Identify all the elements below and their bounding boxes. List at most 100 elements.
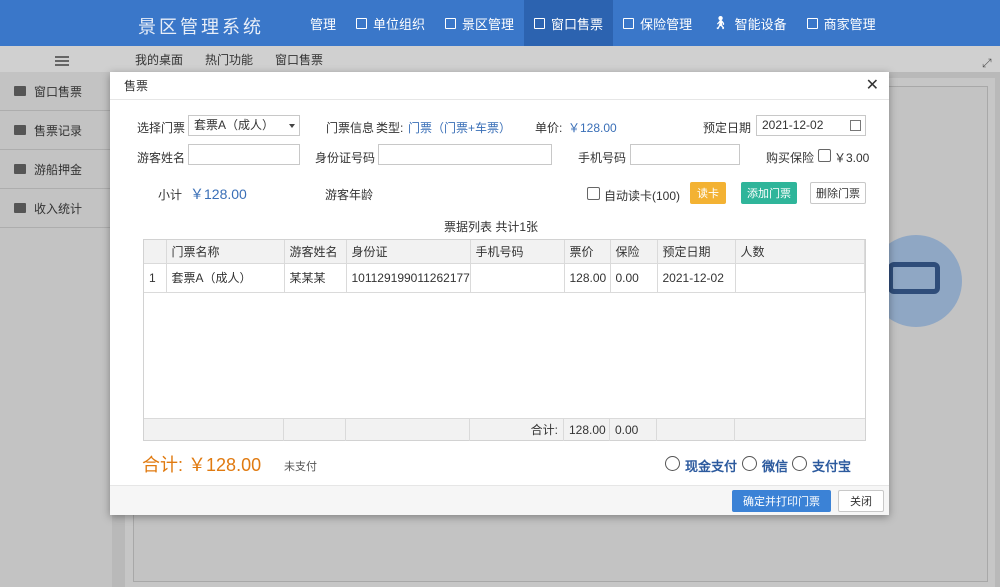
select-ticket-label: 选择门票 <box>137 121 186 135</box>
chevron-down-icon <box>289 124 295 128</box>
footer-insurance-total: 0.00 <box>610 419 657 441</box>
top-nav: 管理 单位组织 景区管理 窗口售票 保险管理 🚶︎ 智能设备 商家管理 <box>300 0 886 46</box>
card-icon <box>14 86 26 96</box>
total-value: ￥128.00 <box>188 455 262 475</box>
alipay-label[interactable]: 支付宝 <box>812 456 851 475</box>
insurance-price: ￥3.00 <box>834 151 870 165</box>
cell: 0.00 <box>610 263 658 293</box>
confirm-print-button[interactable]: 确定并打印门票 <box>732 490 831 512</box>
scenic-icon <box>445 17 457 29</box>
sidebar-item-label: 售票记录 <box>34 123 83 138</box>
delete-ticket-button[interactable]: 删除门票 <box>810 182 866 204</box>
sell-ticket-dialog: 售票 ✕ 选择门票 套票A（成人） 门票信息 类型: 门票（门票+车票） 单价:… <box>110 72 889 515</box>
cell: 套票A（成人） <box>166 263 285 293</box>
list-caption: 票据列表 共计1张 <box>444 220 539 234</box>
topnav-item-merchant[interactable]: 商家管理 <box>797 0 886 46</box>
topnav-label: 管理 <box>310 16 337 32</box>
tab-ticket-window[interactable]: 窗口售票 <box>275 51 323 68</box>
cell: 128.00 <box>564 263 611 293</box>
sidebar-item-income[interactable]: 收入统计 <box>0 189 112 228</box>
sidebar-item-label: 收入统计 <box>34 201 83 216</box>
visitor-name-label: 游客姓名 <box>137 151 186 165</box>
add-ticket-button[interactable]: 添加门票 <box>741 182 797 204</box>
cell: 2021-12-02 <box>657 263 736 293</box>
sidebar-item-ticket[interactable]: 窗口售票 <box>0 72 112 111</box>
date-field[interactable]: 2021-12-02 <box>756 115 866 136</box>
auto-read-label: 自动读卡(100) <box>604 189 681 203</box>
col-insurance: 保险 <box>610 240 658 264</box>
footer-cell <box>346 419 470 441</box>
col-date: 预定日期 <box>657 240 736 264</box>
app-title: 景区管理系统 <box>138 17 264 37</box>
page-tabs: 我的桌面 热门功能 窗口售票 <box>125 46 323 72</box>
type-value: 门票（门票+车票） <box>408 121 512 135</box>
visitor-name-field[interactable] <box>188 144 300 165</box>
ticket-window-icon <box>534 17 546 29</box>
sidebar-item-label: 窗口售票 <box>34 84 83 99</box>
wechat-label[interactable]: 微信 <box>762 456 788 475</box>
tab-desktop[interactable]: 我的桌面 <box>135 51 183 68</box>
topnav-item-scenic[interactable]: 景区管理 <box>435 0 524 46</box>
visa-icon <box>14 164 26 174</box>
read-card-button[interactable]: 读卡 <box>690 182 726 204</box>
sidebar-item-records[interactable]: 售票记录 <box>0 111 112 150</box>
insurance-checkbox[interactable] <box>818 149 831 162</box>
footer-cell <box>657 419 735 441</box>
topnav-item-insurance[interactable]: 保险管理 <box>613 0 702 46</box>
shop-icon <box>806 17 818 29</box>
alipay-radio[interactable] <box>792 456 807 471</box>
ticket-select[interactable]: 套票A（成人） <box>188 115 300 136</box>
age-label: 游客年龄 <box>325 188 374 202</box>
tab-hot[interactable]: 热门功能 <box>205 51 253 68</box>
server-icon <box>888 262 940 294</box>
top-bar: 景区管理系统 管理 单位组织 景区管理 窗口售票 保险管理 🚶︎ 智能设备 商家管… <box>0 0 1000 46</box>
subtotal-label: 小计 <box>158 188 183 202</box>
fullscreen-icon[interactable]: ⤢ <box>982 56 992 71</box>
dialog-title: 售票 <box>124 79 149 93</box>
folder-icon <box>623 17 635 29</box>
table-footer: 合计: 128.00 0.00 <box>144 418 865 441</box>
topnav-label: 窗口售票 <box>551 16 604 32</box>
sidebar: 窗口售票 售票记录 游船押金 收入统计 <box>0 72 112 587</box>
col-ticket-name: 门票名称 <box>166 240 285 264</box>
topnav-label: 保险管理 <box>640 16 693 32</box>
topnav-label: 景区管理 <box>462 16 515 32</box>
menu-toggle-icon[interactable] <box>55 56 69 66</box>
col-price: 票价 <box>564 240 611 264</box>
price-value: ￥128.00 <box>568 121 617 135</box>
org-icon <box>356 17 368 29</box>
price-label: 单价: <box>535 121 563 135</box>
cell <box>470 263 565 293</box>
cell <box>735 263 865 293</box>
topnav-label: 商家管理 <box>823 16 876 32</box>
auto-read-checkbox[interactable] <box>587 187 600 200</box>
users-icon <box>14 125 26 135</box>
cash-radio[interactable] <box>665 456 680 471</box>
topnav-label: 单位组织 <box>373 16 426 32</box>
topnav-item-devices[interactable]: 🚶︎ 智能设备 <box>702 0 797 46</box>
close-button[interactable]: 关闭 <box>838 490 884 512</box>
sidebar-item-deposit[interactable]: 游船押金 <box>0 150 112 189</box>
wechat-radio[interactable] <box>742 456 757 471</box>
cash-label[interactable]: 现金支付 <box>685 456 737 475</box>
grand-total: 合计: ￥128.00 <box>142 451 261 477</box>
footer-total-label: 合计: <box>470 419 564 441</box>
footer-cell <box>144 419 284 441</box>
topnav-item-org[interactable]: 单位组织 <box>346 0 435 46</box>
id-number-field[interactable] <box>378 144 552 165</box>
payment-status: 未支付 <box>284 461 317 473</box>
topnav-item-ticket-window[interactable]: 窗口售票 <box>524 0 614 46</box>
topnav-item-manage[interactable]: 管理 <box>300 0 346 46</box>
table-row[interactable]: 1 套票A（成人） 某某某 101129199011262177 128.00 … <box>144 263 865 293</box>
close-icon[interactable]: ✕ <box>866 78 879 94</box>
table-header-row: 门票名称 游客姓名 身份证 手机号码 票价 保险 预定日期 人数 <box>144 240 865 264</box>
topnav-label: 智能设备 <box>734 16 787 32</box>
calendar-icon <box>850 120 861 131</box>
col-visitor-name: 游客姓名 <box>284 240 347 264</box>
ticket-table: 门票名称 游客姓名 身份证 手机号码 票价 保险 预定日期 人数 1 套票A（成… <box>143 239 866 441</box>
cell: 某某某 <box>284 263 347 293</box>
id-label: 身份证号码 <box>315 151 376 165</box>
date-label: 预定日期 <box>703 121 752 135</box>
col-count: 人数 <box>735 240 865 264</box>
phone-field[interactable] <box>630 144 740 165</box>
